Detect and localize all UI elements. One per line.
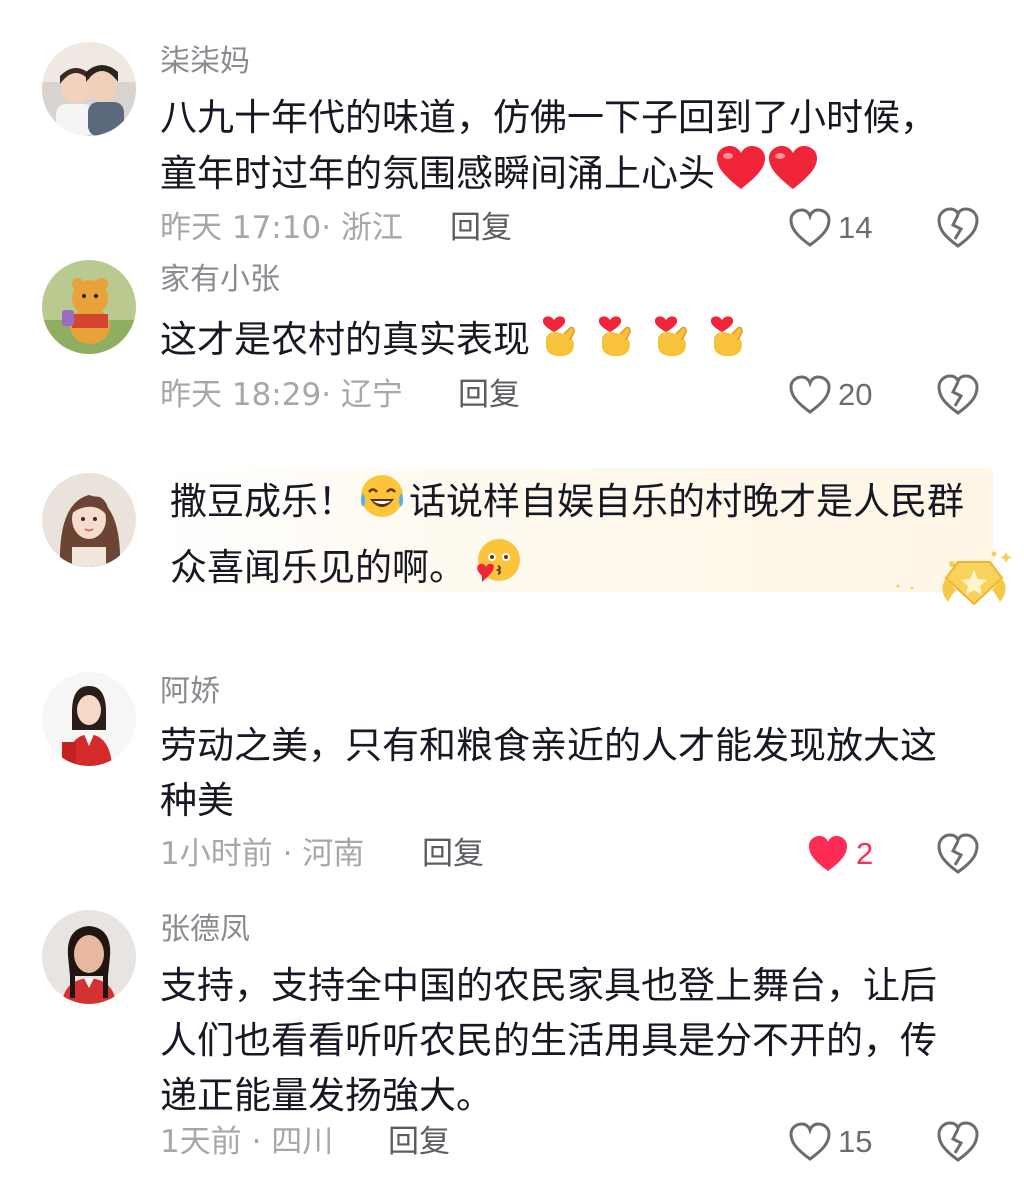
broken-heart-icon xyxy=(937,1121,979,1162)
heart-emoji xyxy=(715,145,767,206)
username[interactable]: 柒柒妈 xyxy=(160,44,250,80)
like-button[interactable]: 20 xyxy=(788,373,872,417)
dislike-button[interactable] xyxy=(935,832,981,876)
finger-heart-emoji xyxy=(646,308,698,375)
comment-text-content: 八九十年代的味道，仿佛一下子回到了小时候，童年时过年的氛围感瞬间涌上心头 xyxy=(160,96,937,195)
comment-text: 这才是农村的真实表现 xyxy=(160,308,960,375)
avatar[interactable] xyxy=(42,473,136,567)
comment-text: 支持，支持全中国的农民家具也登上舞台，让后人们也看看听听农民的生活用具是分不开的… xyxy=(160,964,937,1117)
heart-filled-icon xyxy=(809,836,847,871)
like-count: 14 xyxy=(838,210,873,245)
like-button[interactable]: 14 xyxy=(788,206,872,250)
dislike-button[interactable] xyxy=(935,373,981,417)
comment-meta: 1小时前 · 河南 xyxy=(160,836,365,872)
like-count: 15 xyxy=(838,1124,873,1159)
comment-text-content: 撒豆成乐！ xyxy=(170,480,355,523)
reply-button[interactable]: 回复 xyxy=(422,834,484,874)
like-count: 2 xyxy=(856,836,874,871)
avatar[interactable] xyxy=(42,42,136,136)
comment-text: 劳动之美，只有和粮食亲近的人才能发现放大这种美 xyxy=(160,724,937,822)
dislike-button[interactable] xyxy=(935,206,981,250)
username[interactable]: 张德凤 xyxy=(160,912,250,948)
comment-text-content: 这才是农村的真实表现 xyxy=(160,318,530,361)
comment-meta: 昨天 17:10· 浙江 xyxy=(160,210,403,246)
tears-of-joy-emoji xyxy=(357,471,407,536)
avatar[interactable] xyxy=(42,910,136,1004)
broken-heart-icon xyxy=(937,207,979,248)
like-button[interactable]: 15 xyxy=(788,1120,872,1164)
heart-outline-icon xyxy=(789,1122,831,1161)
comment-meta: 1天前 · 四川 xyxy=(160,1124,334,1160)
star-badge-icon xyxy=(890,548,1020,608)
broken-heart-icon xyxy=(937,833,979,874)
broken-heart-icon xyxy=(937,374,979,415)
blowing-kiss-emoji xyxy=(472,536,524,603)
heart-outline-icon xyxy=(789,208,831,247)
reply-button[interactable]: 回复 xyxy=(450,208,512,248)
like-button[interactable]: 2 xyxy=(806,832,873,876)
heart-emoji xyxy=(767,145,819,206)
reply-button[interactable]: 回复 xyxy=(458,375,520,415)
username[interactable]: 家有小张 xyxy=(160,262,280,298)
finger-heart-emoji xyxy=(702,308,754,375)
username[interactable]: 阿娇 xyxy=(160,674,220,710)
avatar[interactable] xyxy=(42,260,136,354)
dislike-button[interactable] xyxy=(935,1120,981,1164)
like-count: 20 xyxy=(838,377,873,412)
finger-heart-emoji xyxy=(590,308,642,375)
reply-button[interactable]: 回复 xyxy=(388,1122,450,1162)
heart-outline-icon xyxy=(789,375,831,414)
avatar[interactable] xyxy=(42,672,136,766)
comment-text: 八九十年代的味道，仿佛一下子回到了小时候，童年时过年的氛围感瞬间涌上心头 xyxy=(160,90,950,206)
finger-heart-emoji xyxy=(534,308,586,375)
comment-meta: 昨天 18:29· 辽宁 xyxy=(160,377,403,413)
comment-text: 撒豆成乐！ 话说样自娱自乐的村晚才是人民群众喜闻乐见的啊。 xyxy=(170,471,980,603)
